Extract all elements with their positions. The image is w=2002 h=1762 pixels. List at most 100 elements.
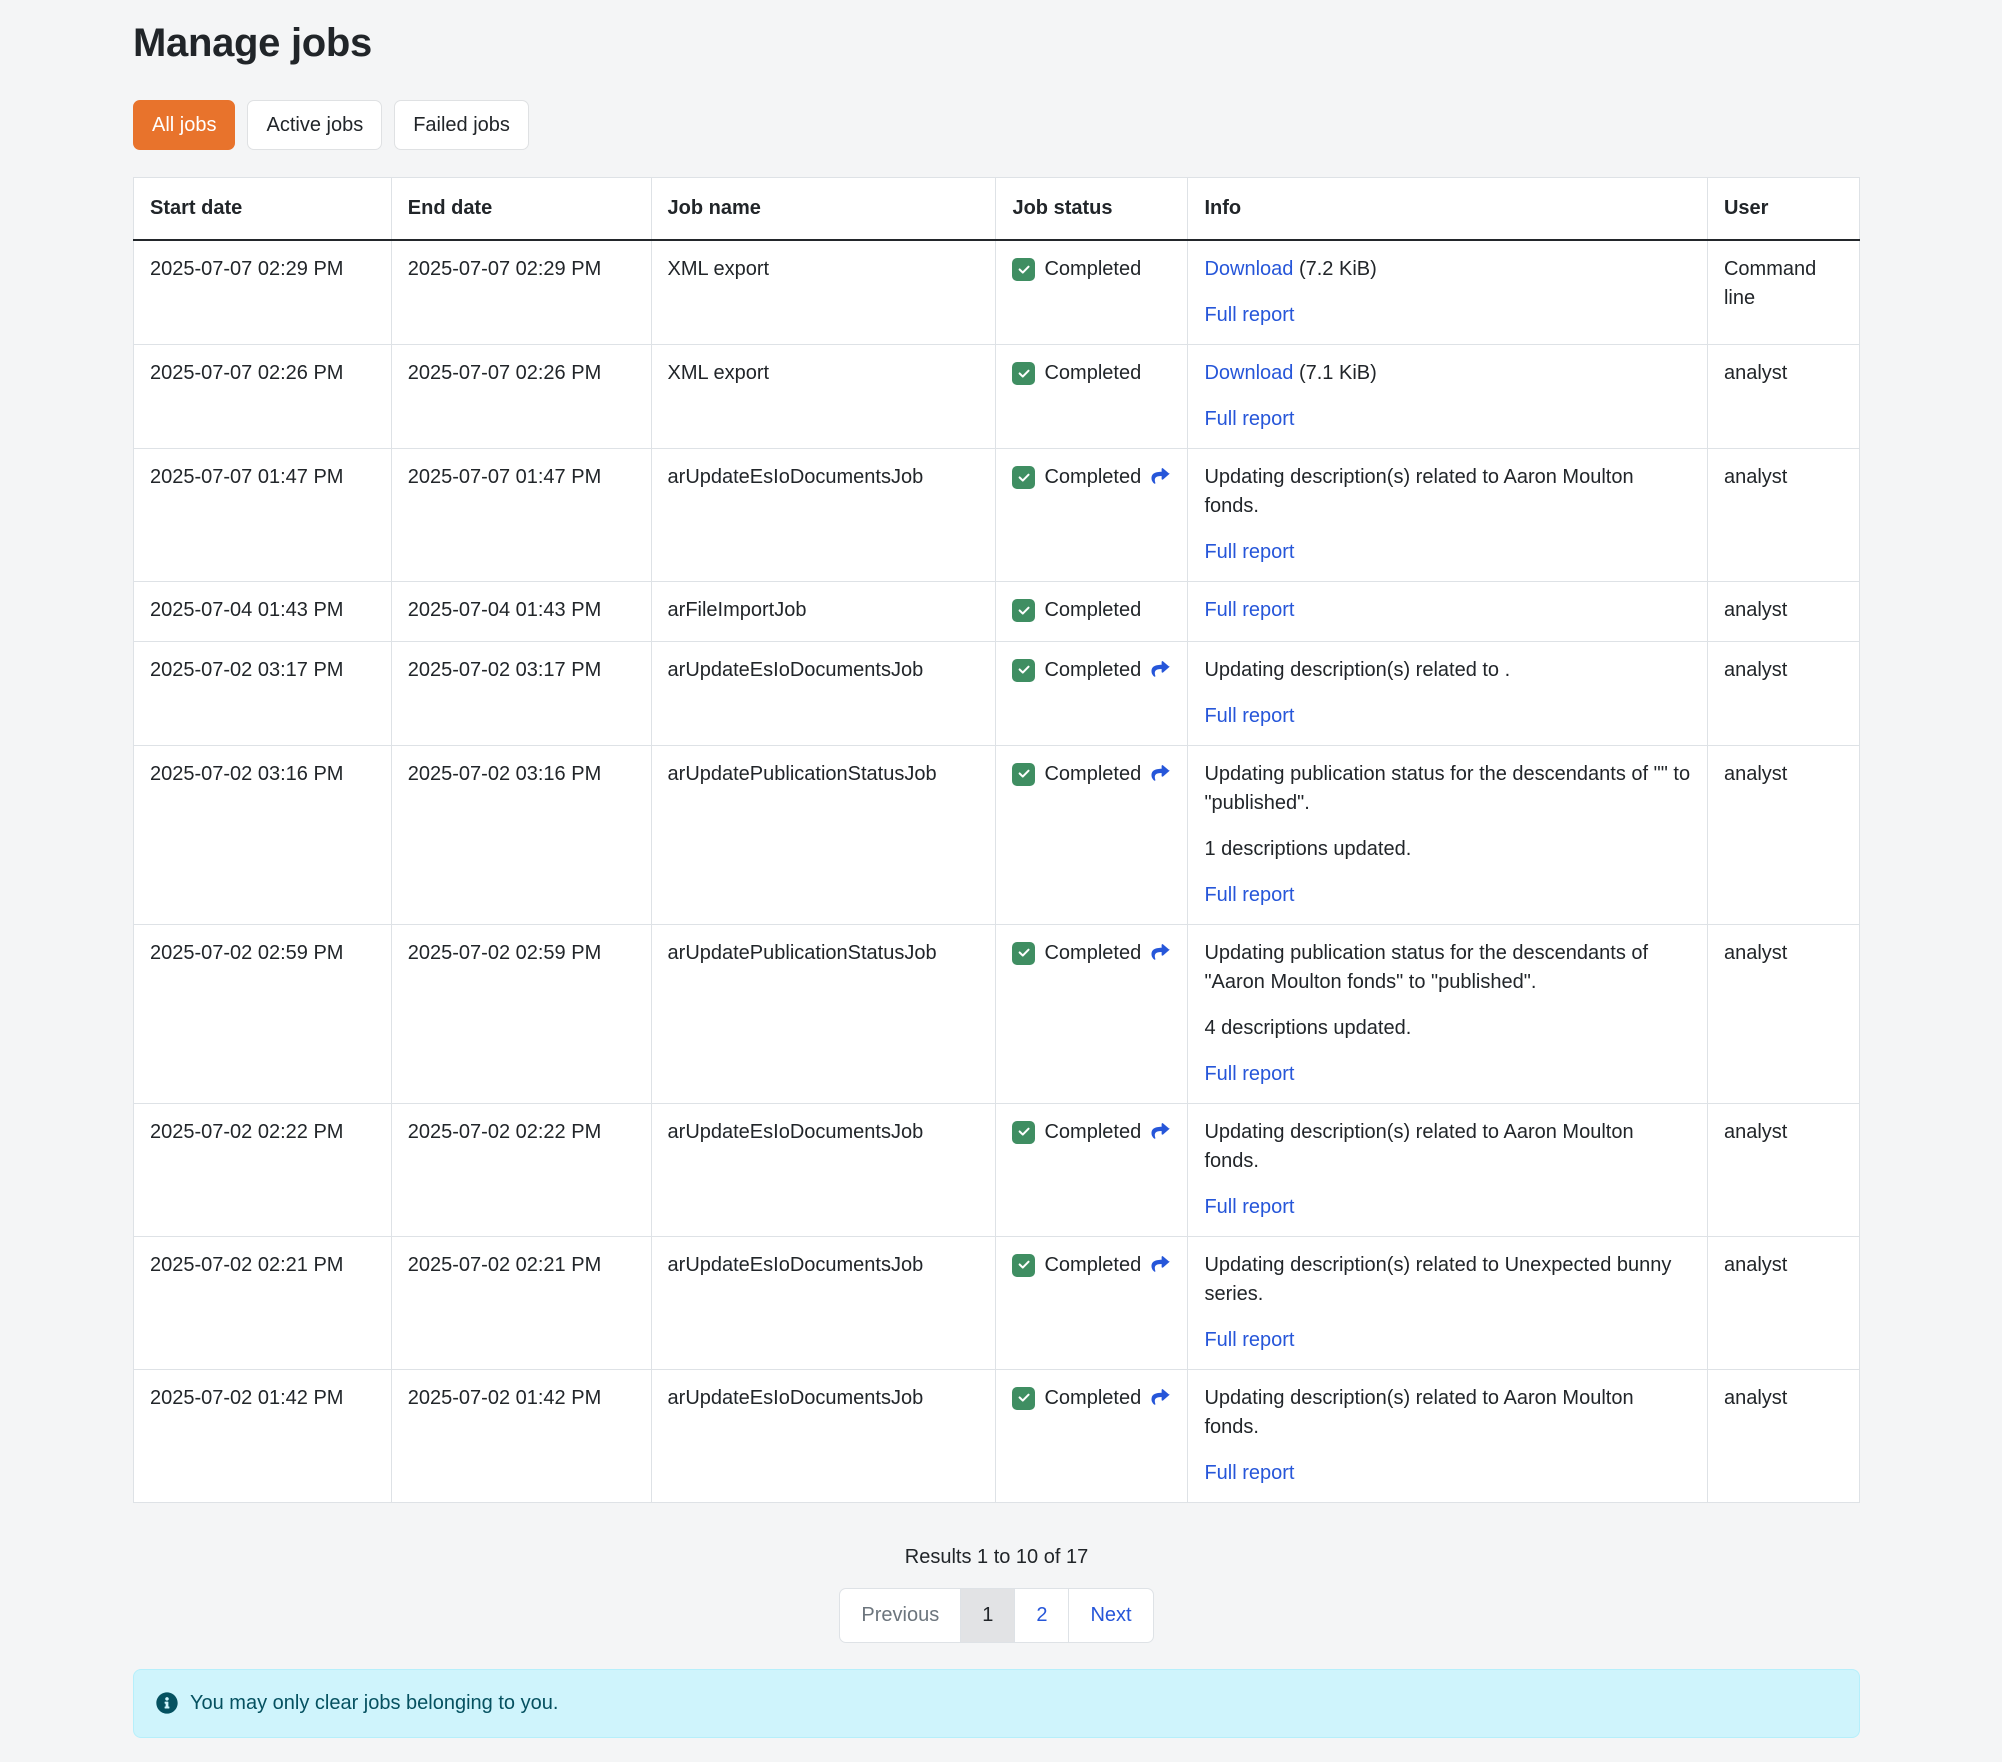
job-status-cell: Completed — [996, 1103, 1188, 1236]
check-icon — [1012, 599, 1035, 622]
full-report-link[interactable]: Full report — [1204, 304, 1294, 326]
check-icon — [1012, 362, 1035, 385]
pagination: Previous 1 2 Next — [839, 1588, 1153, 1643]
results-summary: Results 1 to 10 of 17 — [133, 1543, 1860, 1572]
user-cell: analyst — [1707, 582, 1859, 642]
user-cell: analyst — [1707, 1103, 1859, 1236]
end-date-cell: 2025-07-04 01:43 PM — [391, 582, 651, 642]
full-report-line: Full report — [1204, 538, 1691, 567]
full-report-line: Full report — [1204, 881, 1691, 910]
status-indicator: Completed — [1012, 255, 1141, 284]
info-alert: You may only clear jobs belonging to you… — [133, 1669, 1860, 1738]
table-row: 2025-07-02 03:16 PM2025-07-02 03:16 PMar… — [134, 745, 1860, 924]
user-cell: analyst — [1707, 1369, 1859, 1502]
check-icon — [1012, 1254, 1035, 1277]
download-size: (7.1 KiB) — [1293, 362, 1376, 384]
job-name-cell: arFileImportJob — [651, 582, 996, 642]
column-header-job-name: Job name — [651, 178, 996, 241]
status-indicator: Completed — [1012, 1384, 1171, 1413]
info-cell: Updating description(s) related to Unexp… — [1188, 1236, 1708, 1369]
job-name-cell: XML export — [651, 345, 996, 449]
status-indicator: Completed — [1012, 359, 1141, 388]
pagination-next-button[interactable]: Next — [1068, 1589, 1152, 1642]
info-text: Updating publication status for the desc… — [1204, 760, 1691, 818]
check-icon — [1012, 1121, 1035, 1144]
job-name-cell: arUpdateEsIoDocumentsJob — [651, 1236, 996, 1369]
check-icon — [1012, 763, 1035, 786]
full-report-line: Full report — [1204, 301, 1691, 330]
job-name-cell: arUpdateEsIoDocumentsJob — [651, 449, 996, 582]
full-report-link[interactable]: Full report — [1204, 1462, 1294, 1484]
job-status-cell: Completed — [996, 641, 1188, 745]
share-arrow-icon[interactable] — [1150, 1384, 1171, 1413]
info-text: Updating publication status for the desc… — [1204, 939, 1691, 997]
share-arrow-icon[interactable] — [1150, 760, 1171, 789]
info-circle-icon — [156, 1692, 178, 1714]
job-status-cell: Completed — [996, 924, 1188, 1103]
full-report-line: Full report — [1204, 1060, 1691, 1089]
full-report-link[interactable]: Full report — [1204, 705, 1294, 727]
full-report-link[interactable]: Full report — [1204, 408, 1294, 430]
share-arrow-icon[interactable] — [1150, 656, 1171, 685]
user-cell: analyst — [1707, 345, 1859, 449]
check-icon — [1012, 1387, 1035, 1410]
job-name-cell: XML export — [651, 240, 996, 345]
full-report-line: Full report — [1204, 596, 1691, 625]
filter-failed-jobs-button[interactable]: Failed jobs — [394, 100, 529, 150]
user-cell: analyst — [1707, 745, 1859, 924]
full-report-line: Full report — [1204, 1326, 1691, 1355]
download-link[interactable]: Download — [1204, 258, 1293, 280]
start-date-cell: 2025-07-02 02:59 PM — [134, 924, 392, 1103]
table-row: 2025-07-07 02:26 PM2025-07-07 02:26 PMXM… — [134, 345, 1860, 449]
info-cell: Updating description(s) related to Aaron… — [1188, 1103, 1708, 1236]
end-date-cell: 2025-07-07 02:29 PM — [391, 240, 651, 345]
job-status-cell: Completed — [996, 1369, 1188, 1502]
status-label: Completed — [1044, 656, 1141, 685]
pagination-page-1[interactable]: 1 — [960, 1589, 1014, 1642]
table-row: 2025-07-04 01:43 PM2025-07-04 01:43 PMar… — [134, 582, 1860, 642]
column-header-end-date: End date — [391, 178, 651, 241]
full-report-link[interactable]: Full report — [1204, 1196, 1294, 1218]
job-status-cell: Completed — [996, 745, 1188, 924]
start-date-cell: 2025-07-02 03:16 PM — [134, 745, 392, 924]
column-header-job-status: Job status — [996, 178, 1188, 241]
check-icon — [1012, 942, 1035, 965]
info-cell: Updating description(s) related to .Full… — [1188, 641, 1708, 745]
info-text: 4 descriptions updated. — [1204, 1014, 1691, 1043]
full-report-line: Full report — [1204, 405, 1691, 434]
info-cell: Updating description(s) related to Aaron… — [1188, 449, 1708, 582]
share-arrow-icon[interactable] — [1150, 1118, 1171, 1147]
pagination-previous-button[interactable]: Previous — [840, 1589, 960, 1642]
download-size: (7.2 KiB) — [1293, 258, 1376, 280]
pagination-page-2[interactable]: 2 — [1014, 1589, 1068, 1642]
check-icon — [1012, 659, 1035, 682]
full-report-line: Full report — [1204, 702, 1691, 731]
status-indicator: Completed — [1012, 760, 1171, 789]
full-report-line: Full report — [1204, 1459, 1691, 1488]
full-report-link[interactable]: Full report — [1204, 599, 1294, 621]
download-link[interactable]: Download — [1204, 362, 1293, 384]
start-date-cell: 2025-07-02 02:21 PM — [134, 1236, 392, 1369]
filter-active-jobs-button[interactable]: Active jobs — [247, 100, 382, 150]
info-cell: Download (7.2 KiB) Full report — [1188, 240, 1708, 345]
filter-all-jobs-button[interactable]: All jobs — [133, 100, 235, 150]
end-date-cell: 2025-07-07 01:47 PM — [391, 449, 651, 582]
column-header-user: User — [1707, 178, 1859, 241]
check-icon — [1012, 466, 1035, 489]
full-report-line: Full report — [1204, 1193, 1691, 1222]
full-report-link[interactable]: Full report — [1204, 884, 1294, 906]
share-arrow-icon[interactable] — [1150, 1251, 1171, 1280]
table-row: 2025-07-02 02:59 PM2025-07-02 02:59 PMar… — [134, 924, 1860, 1103]
info-cell: Download (7.1 KiB) Full report — [1188, 345, 1708, 449]
share-arrow-icon[interactable] — [1150, 463, 1171, 492]
status-indicator: Completed — [1012, 939, 1171, 968]
full-report-link[interactable]: Full report — [1204, 541, 1294, 563]
full-report-link[interactable]: Full report — [1204, 1329, 1294, 1351]
jobs-table: Start dateEnd dateJob nameJob statusInfo… — [133, 177, 1860, 1503]
job-status-cell: Completed — [996, 240, 1188, 345]
job-name-cell: arUpdateEsIoDocumentsJob — [651, 1103, 996, 1236]
share-arrow-icon[interactable] — [1150, 939, 1171, 968]
full-report-link[interactable]: Full report — [1204, 1063, 1294, 1085]
start-date-cell: 2025-07-02 03:17 PM — [134, 641, 392, 745]
status-label: Completed — [1044, 1118, 1141, 1147]
